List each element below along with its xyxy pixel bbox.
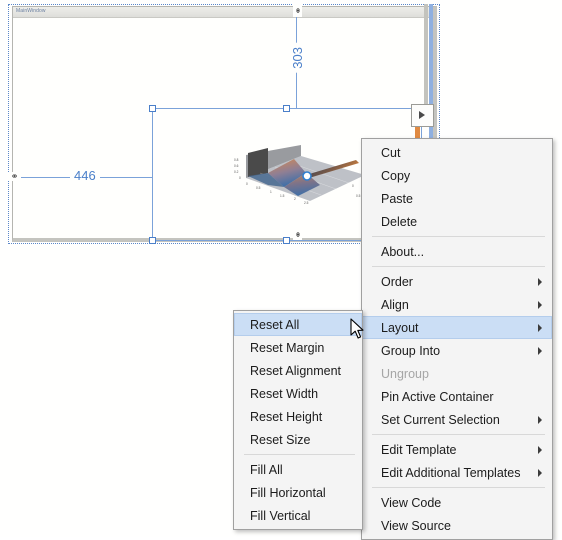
context-menu-item-group-into[interactable]: Group Into [362, 339, 552, 362]
layout-submenu-item-fill-all[interactable]: Fill All [234, 458, 362, 481]
adorner-expander-box[interactable] [411, 104, 434, 127]
svg-text:0: 0 [239, 176, 241, 180]
layout-submenu-item-label: Fill Vertical [250, 509, 311, 523]
context-menu-item-label: Delete [381, 215, 418, 229]
context-menu-item-label: Set Current Selection [381, 413, 500, 427]
layout-submenu-item-reset-alignment[interactable]: Reset Alignment [234, 359, 362, 382]
layout-submenu-item-reset-margin[interactable]: Reset Margin [234, 336, 362, 359]
context-menu-item-set-current-selection[interactable]: Set Current Selection [362, 408, 552, 431]
svg-text:2: 2 [294, 197, 296, 201]
chain-link-icon-vertical: ⚭ [293, 4, 303, 17]
chain-link-icon-horizontal: ⚭ [8, 172, 21, 181]
measure-label-vertical: 303 [290, 43, 305, 73]
chevron-right-icon [538, 415, 542, 424]
context-menu-item-label: View Code [381, 496, 442, 510]
layout-submenu-item-label: Reset Width [250, 387, 319, 401]
context-menu-item-label: View Source [381, 519, 451, 533]
chain-link-icon-bottom: ⚭ [293, 228, 303, 241]
context-menu-separator [372, 487, 545, 488]
svg-text:0.6: 0.6 [234, 164, 239, 168]
context-menu[interactable]: Cut Copy Paste Delete About... Order Align Layo… [361, 138, 553, 540]
chevron-right-icon [538, 445, 542, 454]
layout-submenu-item-reset-width[interactable]: Reset Width [234, 382, 362, 405]
layout-submenu-item-label: Reset Alignment [250, 364, 342, 378]
context-menu-item-view-code[interactable]: View Code [362, 491, 552, 514]
context-menu-item-cut[interactable]: Cut [362, 141, 552, 164]
layout-submenu-item-label: Reset Margin [250, 341, 325, 355]
layout-submenu-item-reset-size[interactable]: Reset Size [234, 428, 362, 451]
svg-text:0: 0 [352, 184, 354, 188]
layout-submenu-separator [244, 454, 355, 455]
context-menu-item-label: Ungroup [381, 367, 429, 381]
svg-text:1: 1 [270, 190, 272, 194]
context-menu-item-label: Group Into [381, 344, 441, 358]
measure-label-horizontal: 446 [70, 168, 100, 183]
context-menu-item-pin-active-container[interactable]: Pin Active Container [362, 385, 552, 408]
play-triangle-icon [419, 111, 425, 119]
context-menu-separator [372, 434, 545, 435]
context-menu-separator [372, 266, 545, 267]
chevron-right-icon [538, 468, 542, 477]
layout-submenu-item-reset-all[interactable]: Reset All [234, 313, 362, 336]
layout-submenu-item-fill-vertical[interactable]: Fill Vertical [234, 504, 362, 527]
context-menu-item-label: Cut [381, 146, 401, 160]
context-menu-item-label: Pin Active Container [381, 390, 494, 404]
chevron-right-icon [538, 323, 542, 332]
svg-text:0.5: 0.5 [256, 186, 261, 190]
context-menu-item-edit-additional-templates[interactable]: Edit Additional Templates [362, 461, 552, 484]
chevron-right-icon [538, 346, 542, 355]
context-menu-item-delete[interactable]: Delete [362, 210, 552, 233]
measure-guide-horizontal-right [108, 177, 153, 178]
context-menu-item-paste[interactable]: Paste [362, 187, 552, 210]
context-menu-item-label: Order [381, 275, 413, 289]
context-menu-item-label: Edit Template [381, 443, 457, 457]
context-menu-item-copy[interactable]: Copy [362, 164, 552, 187]
svg-text:0: 0 [246, 182, 248, 186]
context-menu-separator [372, 236, 545, 237]
context-menu-item-order[interactable]: Order [362, 270, 552, 293]
layout-submenu-item-label: Fill All [250, 463, 283, 477]
svg-text:0.8: 0.8 [234, 158, 239, 162]
context-menu-item-edit-template[interactable]: Edit Template [362, 438, 552, 461]
chevron-right-icon [538, 277, 542, 286]
svg-text:0.2: 0.2 [234, 170, 239, 174]
context-menu-item-label: Layout [381, 321, 419, 335]
layout-submenu-item-label: Reset Size [250, 433, 311, 447]
chevron-right-icon [538, 300, 542, 309]
design-window-title: MainWindow [13, 7, 433, 18]
svg-text:0.5: 0.5 [356, 194, 361, 198]
context-menu-item-label: About... [381, 245, 425, 259]
context-menu-item-label: Align [381, 298, 409, 312]
layout-submenu-item-label: Reset Height [250, 410, 323, 424]
layout-submenu-item-fill-horizontal[interactable]: Fill Horizontal [234, 481, 362, 504]
adorner-bar-gray [424, 4, 428, 107]
context-menu-item-label: Paste [381, 192, 413, 206]
layout-submenu[interactable]: Reset All Reset Margin Reset Alignment Rese… [233, 310, 363, 530]
context-menu-item-label: Edit Additional Templates [381, 466, 521, 480]
svg-text:1.5: 1.5 [280, 194, 285, 198]
context-menu-item-label: Copy [381, 169, 411, 183]
surface-chart-svg: 0.8 0.6 0.2 0 0 0.5 1 1.5 2 2.5 0 0.5 [234, 145, 365, 205]
surface-chart[interactable]: 0.8 0.6 0.2 0 0 0.5 1 1.5 2 2.5 0 0.5 [228, 143, 368, 206]
layout-submenu-item-reset-height[interactable]: Reset Height [234, 405, 362, 428]
context-menu-item-view-source[interactable]: View Source [362, 514, 552, 537]
layout-submenu-item-label: Reset All [250, 318, 300, 332]
context-menu-item-layout[interactable]: Layout [362, 316, 552, 339]
svg-text:2.5: 2.5 [304, 201, 309, 205]
layout-submenu-item-label: Fill Horizontal [250, 486, 326, 500]
context-menu-item-about[interactable]: About... [362, 240, 552, 263]
context-menu-item-ungroup: Ungroup [362, 362, 552, 385]
context-menu-item-align[interactable]: Align [362, 293, 552, 316]
